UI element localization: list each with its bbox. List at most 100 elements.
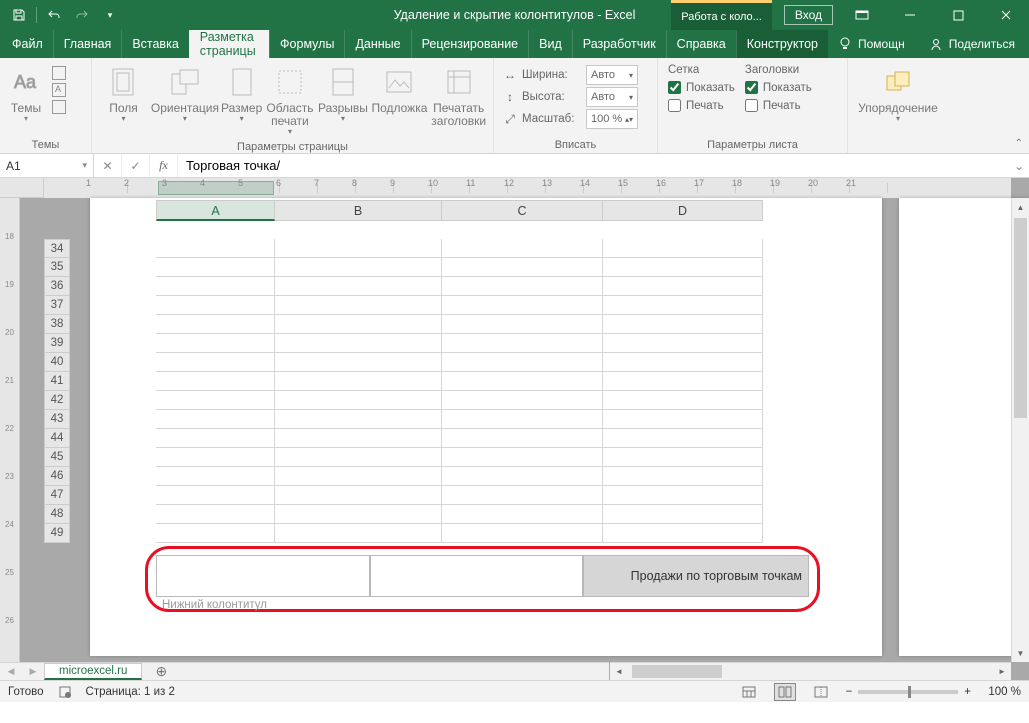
cell[interactable]	[156, 315, 275, 334]
cell[interactable]	[442, 448, 603, 467]
cell[interactable]	[156, 524, 275, 543]
horizontal-ruler[interactable]: 123456789101112131415161718192021	[44, 178, 1011, 198]
cell[interactable]	[156, 505, 275, 524]
cell[interactable]	[442, 315, 603, 334]
cell[interactable]	[156, 334, 275, 353]
cell[interactable]	[275, 315, 442, 334]
row-header-45[interactable]: 45	[44, 448, 70, 467]
enter-fx-icon[interactable]: ✓	[122, 154, 150, 177]
tab-developer[interactable]: Разработчик	[572, 30, 666, 58]
size-button[interactable]: Размер▾	[219, 62, 264, 126]
vscroll-thumb[interactable]	[1014, 218, 1027, 418]
horizontal-scrollbar[interactable]: ◄ ►	[610, 662, 1011, 680]
zoom-out-icon[interactable]: −	[846, 686, 853, 698]
cancel-fx-icon[interactable]: ✕	[94, 154, 122, 177]
cell[interactable]	[156, 467, 275, 486]
row-header-49[interactable]: 49	[44, 524, 70, 543]
cell[interactable]	[156, 410, 275, 429]
cell[interactable]	[275, 429, 442, 448]
row-header-46[interactable]: 46	[44, 467, 70, 486]
row-header-37[interactable]: 37	[44, 296, 70, 315]
share-button[interactable]: Поделиться	[915, 30, 1029, 58]
view-page-break-icon[interactable]	[810, 683, 832, 701]
row-header-44[interactable]: 44	[44, 429, 70, 448]
row-header-48[interactable]: 48	[44, 505, 70, 524]
maximize-icon[interactable]	[935, 0, 981, 30]
cells-grid[interactable]	[156, 239, 763, 543]
expand-fbar-icon[interactable]: ⌄	[1009, 159, 1029, 173]
redo-icon[interactable]	[69, 2, 95, 28]
tab-file[interactable]: Файл	[2, 30, 53, 58]
tab-help[interactable]: Справка	[666, 30, 736, 58]
orientation-button[interactable]: Ориентация▾	[151, 62, 219, 126]
cell[interactable]	[275, 467, 442, 486]
headings-print-checkbox[interactable]: Печать	[745, 99, 812, 112]
theme-fonts-icon[interactable]: A	[52, 83, 66, 97]
cell[interactable]	[603, 467, 763, 486]
scroll-right-icon[interactable]: ►	[993, 663, 1011, 680]
row-headers[interactable]: 34353637383940414243444546474849	[44, 239, 70, 543]
view-normal-icon[interactable]	[738, 683, 760, 701]
cell[interactable]	[442, 334, 603, 353]
cell[interactable]	[275, 258, 442, 277]
cell[interactable]	[275, 524, 442, 543]
cell[interactable]	[156, 277, 275, 296]
cell[interactable]	[442, 391, 603, 410]
fx-icon[interactable]: fx	[150, 154, 178, 177]
background-button[interactable]: Подложка	[370, 62, 428, 117]
cell[interactable]	[442, 353, 603, 372]
sheet-nav-next-icon[interactable]: ►	[22, 666, 44, 678]
cell[interactable]	[603, 524, 763, 543]
cell[interactable]	[275, 353, 442, 372]
ribbon-options-icon[interactable]	[839, 0, 885, 30]
scroll-up-icon[interactable]: ▲	[1012, 198, 1029, 216]
tab-insert[interactable]: Вставка	[121, 30, 188, 58]
cell[interactable]	[442, 277, 603, 296]
cell[interactable]	[275, 372, 442, 391]
view-page-layout-icon[interactable]	[774, 683, 796, 701]
cell[interactable]	[442, 467, 603, 486]
cell[interactable]	[603, 296, 763, 315]
cell[interactable]	[156, 258, 275, 277]
tab-review[interactable]: Рецензирование	[411, 30, 529, 58]
qat-customize-icon[interactable]: ▾	[97, 2, 123, 28]
zoom-slider[interactable]	[858, 690, 958, 694]
cell[interactable]	[156, 239, 275, 258]
cell[interactable]	[442, 239, 603, 258]
add-sheet-icon[interactable]: ⊕	[150, 663, 172, 680]
col-header-D[interactable]: D	[603, 200, 763, 221]
gridlines-print-checkbox[interactable]: Печать	[668, 99, 735, 112]
cell[interactable]	[156, 296, 275, 315]
cell[interactable]	[275, 277, 442, 296]
scroll-left-icon[interactable]: ◄	[610, 663, 628, 680]
themes-button[interactable]: Aа Темы ▾	[4, 62, 48, 126]
cell[interactable]	[275, 448, 442, 467]
cell[interactable]	[156, 448, 275, 467]
cell[interactable]	[156, 486, 275, 505]
cell[interactable]	[275, 391, 442, 410]
col-header-C[interactable]: C	[442, 200, 603, 221]
cell[interactable]	[603, 391, 763, 410]
vertical-ruler[interactable]: 181920212223242526	[0, 198, 20, 662]
gridlines-view-checkbox[interactable]: Показать	[668, 81, 735, 94]
cell[interactable]	[603, 505, 763, 524]
arrange-button[interactable]: Упорядочение▾	[852, 62, 944, 126]
cell[interactable]	[156, 353, 275, 372]
breaks-button[interactable]: Разрывы▾	[316, 62, 371, 126]
scroll-down-icon[interactable]: ▼	[1012, 644, 1029, 662]
row-header-36[interactable]: 36	[44, 277, 70, 296]
col-header-B[interactable]: B	[275, 200, 442, 221]
height-row[interactable]: ↕Высота:Авто▾	[498, 86, 642, 108]
login-button[interactable]: Вход	[784, 5, 833, 25]
row-header-38[interactable]: 38	[44, 315, 70, 334]
scale-row[interactable]: ⤢Масштаб:100 %▴▾	[498, 108, 642, 130]
tab-page-layout[interactable]: Разметка страницы	[189, 30, 269, 58]
cell[interactable]	[156, 372, 275, 391]
tab-formulas[interactable]: Формулы	[269, 30, 344, 58]
headings-view-checkbox[interactable]: Показать	[745, 81, 812, 94]
cell[interactable]	[442, 296, 603, 315]
theme-effects-icon[interactable]	[52, 100, 66, 114]
col-header-A[interactable]: A	[156, 200, 275, 221]
formula-input[interactable]	[178, 154, 1009, 177]
width-row[interactable]: ↔Ширина:Авто▾	[498, 64, 642, 86]
